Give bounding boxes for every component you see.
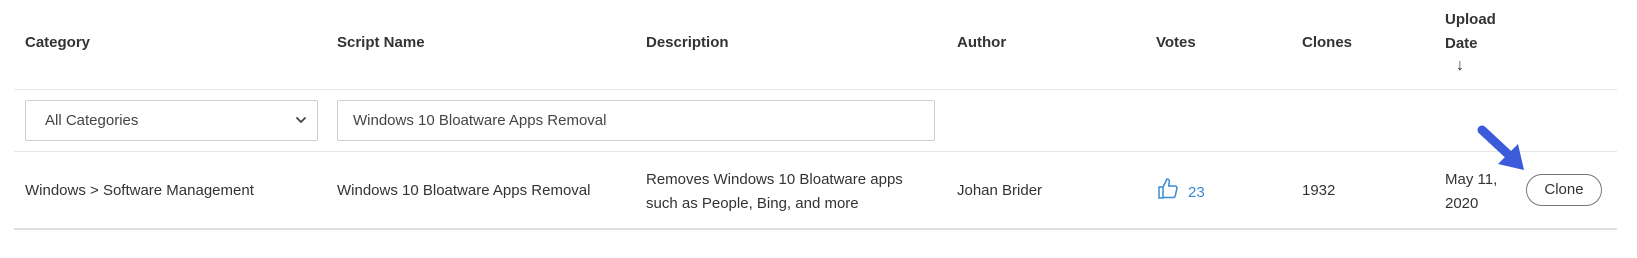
script-name-search-input[interactable]: Windows 10 Bloatware Apps Removal [337,100,935,141]
cell-author: Johan Brider [957,182,1043,199]
column-header-category[interactable]: Category [25,31,90,55]
pointer-arrow-icon [1477,125,1524,170]
thumbs-up-icon[interactable] [1156,177,1188,209]
category-filter-select[interactable]: All Categories [25,100,318,141]
cell-description: Removes Windows 10 Bloatware apps such a… [646,171,903,212]
sort-descending-icon[interactable]: ↓ [1451,56,1469,76]
column-header-script-name[interactable]: Script Name [337,31,425,55]
table-header: Category Script Name Description Author … [14,0,1617,90]
category-filter-value: All Categories [45,112,139,129]
cell-upload-date: May 11, 2020 [1445,171,1498,212]
column-header-description[interactable]: Description [646,31,729,55]
table-row: Windows > Software Management Windows 10… [14,152,1617,230]
column-header-upload-date[interactable]: Upload Date ↓ [1445,8,1515,76]
chevron-down-icon [295,101,307,156]
scripts-table: Category Script Name Description Author … [14,0,1617,232]
cell-category: Windows > Software Management [25,182,254,199]
vote-count[interactable]: 23 [1188,181,1205,205]
clone-button[interactable]: Clone [1526,174,1602,206]
filter-row: All Categories Windows 10 Bloatware Apps… [14,90,1617,152]
column-header-votes[interactable]: Votes [1156,31,1196,55]
column-header-clones[interactable]: Clones [1302,31,1352,55]
column-header-author[interactable]: Author [957,31,1006,55]
cell-clones: 1932 [1302,182,1336,199]
cell-script-name: Windows 10 Bloatware Apps Removal [337,182,591,199]
upload-date-label: Upload Date [1445,11,1496,52]
cell-votes[interactable]: 23 [1156,177,1205,209]
